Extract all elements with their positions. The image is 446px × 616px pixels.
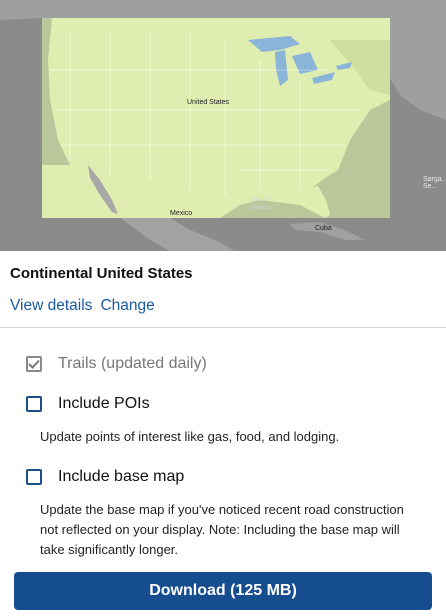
pois-description: Update points of interest like gas, food… [40, 429, 340, 444]
region-map[interactable]: United States Mexico Gulf of Mexico Cuba… [0, 0, 446, 251]
option-trails[interactable]: Trails (updated daily) [26, 355, 207, 373]
download-panel: Continental United States View details Ch… [0, 251, 446, 616]
map-label-united-states: United States [187, 99, 230, 106]
base-map-description: Update the base map if you've noticed re… [40, 502, 404, 557]
base-map-checkbox[interactable] [26, 469, 42, 485]
divider [0, 327, 446, 328]
map-label-mexico: Mexico [170, 210, 193, 217]
region-title: Continental United States [10, 265, 193, 282]
change-region-link[interactable]: Change [100, 297, 154, 314]
option-pois[interactable]: Include POIs [26, 395, 150, 413]
map-label-cuba: Cuba [315, 225, 332, 232]
region-links: View details Change [10, 297, 155, 315]
pois-checkbox[interactable] [26, 396, 42, 412]
map-label-gulf: Gulf of Mexico [249, 196, 271, 211]
checkmark-icon [28, 359, 40, 369]
trails-label: Trails (updated daily) [58, 355, 207, 372]
option-base-map[interactable]: Include base map [26, 468, 184, 486]
pois-label: Include POIs [58, 395, 150, 412]
trails-checkbox[interactable] [26, 356, 42, 372]
map-graphic [0, 0, 446, 251]
download-button[interactable]: Download (125 MB) [14, 572, 432, 610]
view-details-link[interactable]: View details [10, 297, 92, 314]
base-map-label: Include base map [58, 468, 185, 485]
map-label-sargasso: Sarga... Se... [423, 176, 446, 190]
